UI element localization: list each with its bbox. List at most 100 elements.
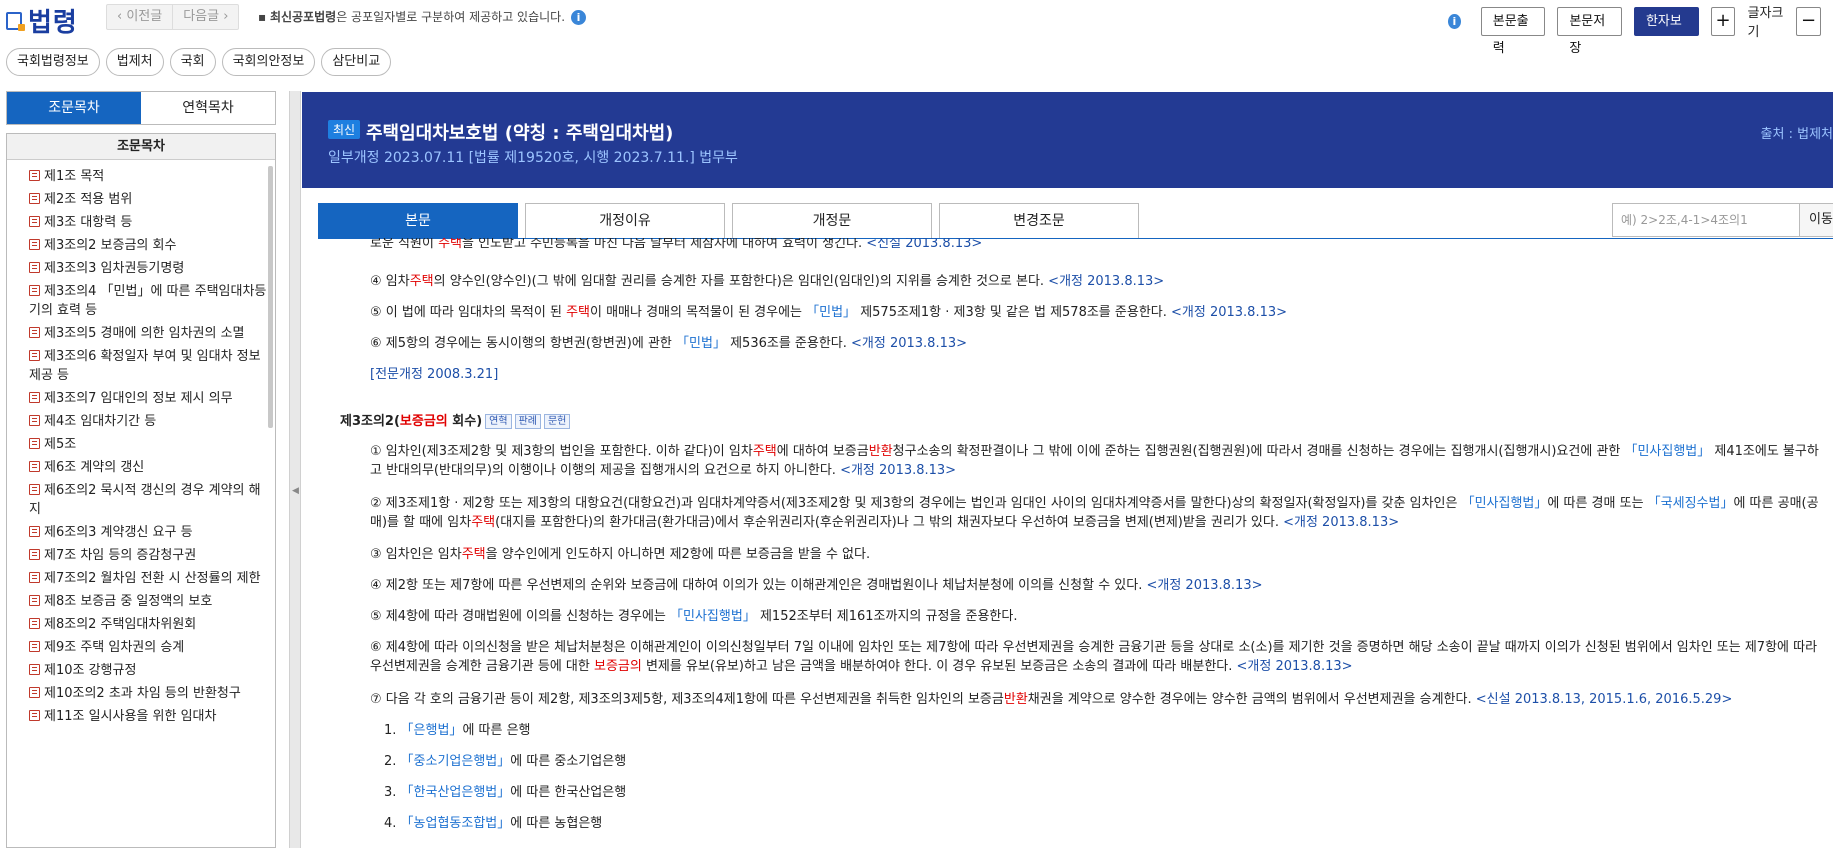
law-link[interactable]: 「민법」 (676, 336, 726, 351)
site-link-assembly[interactable]: 국회 (169, 48, 216, 76)
text-run: 3. (384, 785, 401, 800)
text-run: <개정 2013.8.13> (851, 336, 968, 351)
site-link-three-way-compare[interactable]: 삼단비교 (321, 48, 392, 76)
paragraph: ② 제3조제1항 · 제2항 또는 제3항의 대항요건(대항요건)과 임대차계약… (370, 494, 1830, 532)
law-link[interactable]: 「한국산업은행법」 (401, 785, 511, 800)
info-icon[interactable]: i (571, 10, 587, 25)
toc-item[interactable]: 제3조의5 경매에 의한 임차권의 소멸 (29, 324, 267, 343)
latest-law-notice: ▪ 최신공포법령은 공포일자별로 구분하여 제공하고 있습니다. i (258, 8, 587, 25)
top-tools: i 본문출력 본문저장 한자보기 + 글자크기 − (1448, 2, 1833, 56)
toc-item[interactable]: 제7조 차임 등의 증감청구권 (29, 546, 267, 565)
top-bar: 법령 ‹ 이전글 다음글 › ▪ 최신공포법령은 공포일자별로 구분하여 제공하… (0, 0, 1833, 56)
text-run: ⑦ 다음 각 호의 금융기관 등이 제2항, 제3조의3제5항, 제3조의4제1… (370, 692, 1004, 707)
site-link-moleg[interactable]: 법제처 (105, 48, 164, 76)
text-run: 주택 (566, 305, 590, 320)
toc-item-label: 제3조의5 경매에 의한 임차권의 소멸 (44, 326, 245, 341)
save-button[interactable]: 본문저장 (1557, 6, 1622, 56)
toc-item-label: 제9조 주택 임차권의 승계 (44, 640, 185, 655)
info-icon[interactable]: i (1448, 13, 1461, 29)
text-run: 에 대하여 보증금 (776, 444, 869, 459)
text-run: 에 따른 경매 또는 (1547, 496, 1648, 511)
toc-item[interactable]: 제7조의2 월차임 전환 시 산정률의 제한 (11, 569, 267, 588)
text-run: 에 따른 중소기업은행 (510, 754, 627, 769)
toc-item[interactable]: 제3조의4 「민법」에 따른 주택임대차등기의 효력 등 (11, 282, 267, 320)
law-link[interactable]: 「은행법」 (401, 723, 463, 738)
paragraph: ③ 임차인은 임차주택을 양수인에게 인도하지 아니하면 제2항에 따른 보증금… (370, 545, 870, 564)
article-icon (29, 239, 40, 250)
toc-item[interactable]: 제8조 보증금 중 일정액의 보호 (29, 592, 267, 611)
tab-amend-text[interactable]: 개정문 (732, 203, 932, 238)
tab-amend-reason[interactable]: 개정이유 (525, 203, 725, 238)
law-link[interactable]: 「중소기업은행법」 (401, 754, 511, 769)
text-run: 반환 (1003, 692, 1028, 707)
app-logo[interactable]: 법령 (6, 2, 78, 39)
toc-item[interactable]: 제6조 계약의 갱신 (29, 458, 267, 477)
toc-item[interactable]: 제6조의3 계약갱신 요구 등 (29, 523, 267, 542)
law-link[interactable]: 「농업협동조합법」 (401, 816, 511, 831)
toc-item[interactable]: 제3조의7 임대인의 정보 제시 의무 (29, 389, 267, 408)
tab-article-toc[interactable]: 조문목차 (7, 92, 141, 124)
law-link[interactable]: 「민사집행법」 (1624, 444, 1710, 459)
text-run: 주택 (752, 444, 777, 459)
toc-item[interactable]: 제5조 (29, 435, 267, 454)
next-article-button[interactable]: 다음글 › (172, 5, 238, 29)
text-run: ⑤ 제4항에 따라 경매법원에 이의를 신청하는 경우에는 (370, 609, 671, 624)
article-icon (29, 526, 40, 537)
toc-item[interactable]: 제3조 대항력 등 (29, 213, 267, 232)
article-icon (29, 170, 40, 181)
paragraph: 로운 직원이 주택을 인도받고 주민등록을 마친 다음 날부터 제삼자에 대하여… (370, 238, 982, 253)
text-run: ⑥ 제5항의 경우에는 동시이행의 항변권(항변권)에 관한 (370, 336, 677, 351)
text-run: <개정 2013.8.13> (840, 463, 957, 478)
toc-item[interactable]: 제10조의2 초과 차임 등의 반환청구 (29, 684, 267, 703)
tab-changed-articles[interactable]: 변경조문 (939, 203, 1139, 238)
print-button[interactable]: 본문출력 (1480, 6, 1546, 56)
toc-item[interactable]: 제3조의2 보증금의 회수 (29, 236, 267, 255)
article-title: 제3조의2(보증금의 회수) 연혁 판례 문헌 (340, 412, 571, 431)
article-icon (29, 664, 40, 675)
left-tabs: 조문목차 연혁목차 (6, 91, 276, 125)
law-link[interactable]: 「민사집행법」 (1462, 496, 1548, 511)
go-button[interactable]: 이동 (1800, 203, 1833, 237)
history-tag[interactable]: 연혁 (485, 414, 512, 429)
tab-history-toc[interactable]: 연혁목차 (141, 92, 275, 124)
toc-item[interactable]: 제4조 임대차기간 등 (29, 412, 267, 431)
paragraph: ⑤ 제4항에 따라 경매법원에 이의를 신청하는 경우에는 「민사집행법」 제1… (370, 607, 1017, 626)
text-run: <개정 2013.8.13> (1171, 305, 1288, 320)
toc-item[interactable]: 제11조 일시사용을 위한 임대차 (29, 707, 267, 726)
toc-item[interactable]: 제8조의2 주택임대차위원회 (29, 615, 267, 634)
law-link[interactable]: 「민법」 (806, 305, 856, 320)
article-jump-input[interactable]: 예) 2>2조,4-1>4조의1 (1612, 203, 1800, 237)
toc-item-label: 제6조 계약의 갱신 (44, 460, 145, 475)
toc-item-label: 제1조 목적 (44, 169, 105, 184)
tab-body[interactable]: 본문 (318, 203, 518, 238)
literature-tag[interactable]: 문헌 (543, 414, 571, 429)
toc-scrollbar[interactable] (268, 166, 273, 428)
toc-item[interactable]: 제10조 강행규정 (29, 661, 267, 680)
toc-item[interactable]: 제6조의2 묵시적 갱신의 경우 계약의 해지 (11, 481, 267, 519)
toc-item[interactable]: 제1조 목적 (29, 167, 267, 186)
toc-item[interactable]: 제2조 적용 범위 (29, 190, 267, 209)
site-link-bill-info[interactable]: 국회의안정보 (221, 48, 316, 76)
toc-item[interactable]: 제9조 주택 임차권의 승계 (29, 638, 267, 657)
text-run: 이 매매나 경매의 목적물이 된 경우에는 (589, 305, 807, 320)
prev-article-button[interactable]: ‹ 이전글 (107, 5, 172, 29)
toc-item[interactable]: 제3조의3 임차권등기명령 (29, 259, 267, 278)
law-link[interactable]: 「국세징수법」 (1648, 496, 1734, 511)
font-decrease-button[interactable]: − (1796, 6, 1822, 36)
panel-splitter[interactable]: ◀ (289, 91, 301, 848)
toc-item-label: 제2조 적용 범위 (44, 192, 133, 207)
law-logo-icon (6, 11, 25, 31)
font-increase-button[interactable]: + (1710, 6, 1736, 36)
text-run: 을 양수인에게 인도하지 아니하면 제2항에 따른 보증금을 받을 수 없다. (485, 547, 871, 562)
law-body: 로운 직원이 주택을 인도받고 주민등록을 마친 다음 날부터 제삼자에 대하여… (302, 238, 1833, 848)
precedent-tag[interactable]: 판례 (514, 414, 541, 429)
hanja-view-button[interactable]: 한자보기 (1633, 6, 1699, 56)
law-link[interactable]: 「민사집행법」 (670, 609, 756, 624)
article-icon (29, 572, 40, 583)
site-link-national-law[interactable]: 국회법령정보 (6, 48, 100, 76)
toc-item[interactable]: 제3조의6 확정일자 부여 및 임대차 정보제공 등 (11, 347, 267, 385)
toc-item-label: 제3조 대항력 등 (44, 215, 133, 230)
collapse-arrow-icon[interactable]: ◀ (292, 486, 299, 496)
toc-heading: 조문목차 (7, 134, 275, 160)
toc-item-label: 제10조의2 초과 차임 등의 반환청구 (44, 686, 241, 701)
